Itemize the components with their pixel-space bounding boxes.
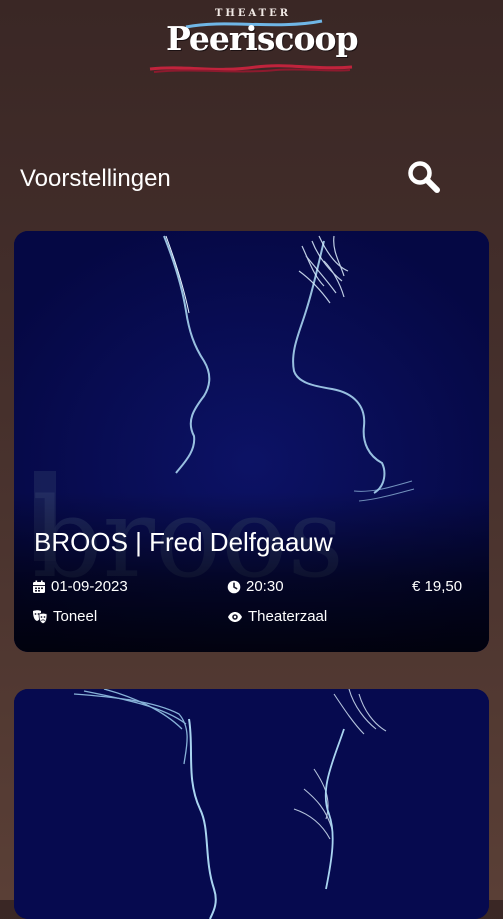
show-title: BROOS | Fred Delfgaauw (34, 527, 333, 557)
eye-icon (228, 611, 242, 622)
show-card[interactable] (14, 689, 489, 919)
show-time-value: 20:30 (246, 578, 284, 595)
show-date-value: 01-09-2023 (51, 578, 128, 595)
show-genre-value: Toneel (53, 608, 98, 625)
card-gradient-overlay (14, 492, 489, 652)
theater-masks-icon (33, 609, 48, 624)
calendar-icon (33, 580, 45, 593)
page-title: Voorstellingen (20, 165, 171, 192)
show-time: 20:30 (227, 578, 284, 595)
show-poster-image (14, 689, 489, 919)
logo-main-text: Peeriscoop (166, 19, 359, 58)
show-price: € 19,50 (412, 578, 462, 595)
logo-small-text: THEATER (214, 8, 292, 19)
clock-icon (227, 580, 241, 593)
show-genre: Toneel (32, 608, 97, 625)
search-icon (408, 161, 440, 193)
show-date: 01-09-2023 (32, 578, 128, 595)
theater-logo[interactable]: THEATER Peeriscoop (146, 6, 359, 76)
show-venue-value: Theaterzaal (248, 608, 328, 625)
app-header: THEATER Peeriscoop (0, 0, 503, 85)
show-card[interactable]: broos BROOS | Fred Delfgaauw 01-09-2023 … (14, 231, 489, 652)
show-price-value: € 19,50 (412, 578, 463, 595)
show-venue: Theaterzaal (227, 608, 327, 625)
search-button[interactable] (404, 157, 442, 195)
